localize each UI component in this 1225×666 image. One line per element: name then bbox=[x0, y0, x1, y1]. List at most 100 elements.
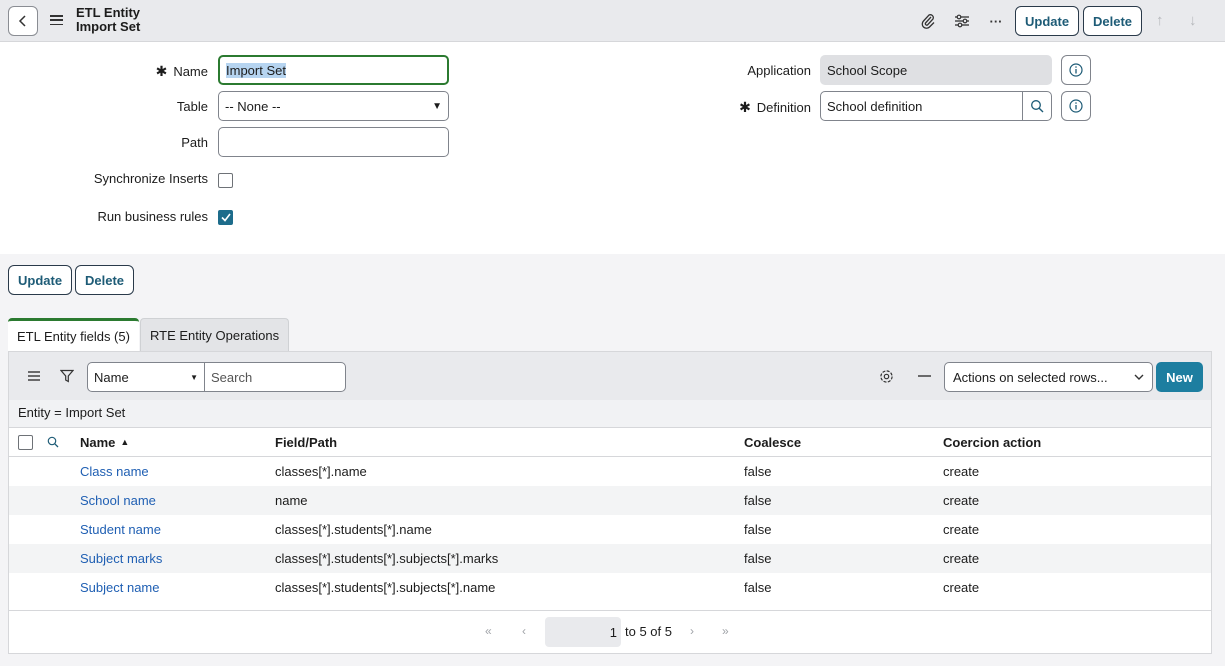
row-coalesce: false bbox=[744, 580, 772, 595]
table-row: Subject name classes[*].students[*].subj… bbox=[9, 573, 1211, 602]
sort-ascending-icon: ▲ bbox=[120, 437, 130, 447]
required-icon: ✱ bbox=[739, 99, 751, 115]
row-field-path: name bbox=[275, 493, 308, 508]
column-header-name[interactable]: Name ▲ bbox=[80, 428, 129, 456]
row-field-path: classes[*].students[*].name bbox=[275, 522, 432, 537]
row-coercion-action: create bbox=[943, 551, 980, 566]
title-line-2: Import Set bbox=[76, 19, 141, 34]
row-name-link[interactable]: Class name bbox=[80, 457, 149, 486]
table-select[interactable]: -- None -- ▼ bbox=[218, 91, 449, 121]
caret-down-icon: ▼ bbox=[432, 100, 442, 112]
info-icon bbox=[1069, 63, 1083, 77]
back-button[interactable] bbox=[8, 6, 38, 36]
row-field-path: classes[*].name bbox=[275, 464, 367, 479]
arrow-up-icon[interactable]: ↑ bbox=[1156, 12, 1164, 29]
record-form: ✱ Name Import Set Table -- None -- ▼ Path… bbox=[0, 42, 1225, 254]
row-field-path: classes[*].students[*].subjects[*].name bbox=[275, 580, 496, 595]
application-label: Application bbox=[747, 63, 811, 78]
application-info-button[interactable] bbox=[1061, 55, 1091, 85]
row-coercion-action: create bbox=[943, 522, 980, 537]
table-row: Student name classes[*].students[*].name… bbox=[9, 515, 1211, 544]
new-button[interactable]: New bbox=[1156, 362, 1203, 392]
search-icon bbox=[1031, 100, 1044, 113]
row-name-link[interactable]: Subject name bbox=[80, 573, 160, 602]
name-value: Import Set bbox=[226, 62, 286, 78]
next-page-icon[interactable]: › bbox=[690, 624, 694, 638]
list-menu-icon[interactable] bbox=[26, 368, 42, 384]
select-all-checkbox[interactable] bbox=[18, 428, 33, 456]
row-coercion-action: create bbox=[943, 464, 980, 479]
more-options-icon[interactable]: ··· bbox=[986, 11, 1006, 31]
gear-icon[interactable] bbox=[878, 368, 894, 384]
path-field[interactable] bbox=[218, 127, 449, 157]
tab-rte-entity-operations[interactable]: RTE Entity Operations bbox=[140, 318, 290, 351]
search-field-select[interactable]: Name ▼ bbox=[87, 362, 205, 392]
sync-inserts-checkbox[interactable] bbox=[218, 173, 233, 188]
search-input[interactable]: Search bbox=[204, 362, 346, 392]
column-header-coercion-action[interactable]: Coercion action bbox=[943, 428, 1041, 456]
definition-lookup-button[interactable] bbox=[1022, 91, 1052, 121]
row-coalesce: false bbox=[744, 551, 772, 566]
list-toolbar: Name ▼ Search Actions on selected rows..… bbox=[9, 352, 1211, 400]
form-header: ETL Entity Import Set ··· Update Delete … bbox=[0, 0, 1225, 42]
column-header-coalesce[interactable]: Coalesce bbox=[744, 428, 801, 456]
arrow-down-icon[interactable]: ↓ bbox=[1189, 12, 1197, 29]
actions-select[interactable]: Actions on selected rows... bbox=[944, 362, 1153, 392]
name-field[interactable]: Import Set bbox=[218, 55, 449, 85]
table-row: Subject marks classes[*].students[*].sub… bbox=[9, 544, 1211, 573]
chevron-left-icon bbox=[18, 15, 26, 27]
row-coalesce: false bbox=[744, 464, 772, 479]
previous-page-icon[interactable]: ‹ bbox=[522, 624, 526, 638]
last-page-icon[interactable]: » bbox=[722, 624, 729, 638]
column-header-field-path[interactable]: Field/Path bbox=[275, 428, 337, 456]
title-line-1: ETL Entity bbox=[76, 5, 141, 20]
header-update-button[interactable]: Update bbox=[1015, 6, 1080, 36]
page-range-text: to 5 of 5 bbox=[625, 624, 672, 639]
filter-icon[interactable] bbox=[59, 368, 75, 384]
page-number-input[interactable]: 1 bbox=[545, 617, 621, 647]
row-coercion-action: create bbox=[943, 493, 980, 508]
row-name-link[interactable]: Student name bbox=[80, 515, 161, 544]
sync-inserts-label: Synchronize Inserts bbox=[93, 171, 208, 186]
table-row: Class name classes[*].name false create bbox=[9, 457, 1211, 486]
name-label: ✱ Name bbox=[155, 63, 208, 79]
checkmark-icon bbox=[220, 213, 231, 222]
row-coalesce: false bbox=[744, 522, 772, 537]
chevron-down-icon bbox=[1134, 374, 1144, 380]
definition-field[interactable]: School definition bbox=[820, 91, 1023, 121]
caret-down-icon: ▼ bbox=[190, 372, 198, 382]
collapse-icon[interactable] bbox=[916, 368, 932, 384]
update-button[interactable]: Update bbox=[8, 265, 73, 295]
column-search-icon[interactable] bbox=[47, 428, 59, 456]
row-coalesce: false bbox=[744, 493, 772, 508]
settings-sliders-icon[interactable] bbox=[952, 11, 972, 31]
row-coercion-action: create bbox=[943, 580, 980, 595]
actions-select-value: Actions on selected rows... bbox=[953, 369, 1108, 385]
table-label: Table bbox=[176, 99, 208, 114]
info-icon bbox=[1069, 99, 1083, 113]
path-label: Path bbox=[181, 135, 208, 150]
row-name-link[interactable]: School name bbox=[80, 486, 156, 515]
required-icon: ✱ bbox=[155, 63, 168, 79]
first-page-icon[interactable]: « bbox=[485, 624, 492, 638]
tab-etl-entity-fields[interactable]: ETL Entity fields (5) bbox=[8, 318, 139, 351]
delete-button[interactable]: Delete bbox=[75, 265, 135, 295]
header-delete-button[interactable]: Delete bbox=[1083, 6, 1143, 36]
run-business-rules-label: Run business rules bbox=[97, 209, 208, 224]
row-name-link[interactable]: Subject marks bbox=[80, 544, 162, 573]
pagination: « ‹ 1 to 5 of 5 › » bbox=[9, 610, 1211, 654]
run-business-rules-checkbox[interactable] bbox=[218, 210, 233, 225]
table-value: -- None -- bbox=[225, 98, 281, 114]
related-list: Name ▼ Search Actions on selected rows..… bbox=[8, 351, 1212, 654]
table-row: School name name false create bbox=[9, 486, 1211, 515]
application-field: School Scope bbox=[820, 55, 1052, 85]
breadcrumb[interactable]: Entity = Import Set bbox=[9, 400, 1211, 427]
definition-info-button[interactable] bbox=[1061, 91, 1091, 121]
table-header: Name ▲ Field/Path Coalesce Coercion acti… bbox=[9, 427, 1211, 457]
page-title: ETL Entity Import Set bbox=[76, 6, 140, 34]
context-menu-icon[interactable] bbox=[50, 13, 63, 27]
row-field-path: classes[*].students[*].subjects[*].marks bbox=[275, 551, 499, 566]
paperclip-icon[interactable] bbox=[918, 11, 938, 31]
search-field-value: Name bbox=[94, 369, 129, 385]
definition-label: ✱ Definition bbox=[739, 99, 811, 115]
